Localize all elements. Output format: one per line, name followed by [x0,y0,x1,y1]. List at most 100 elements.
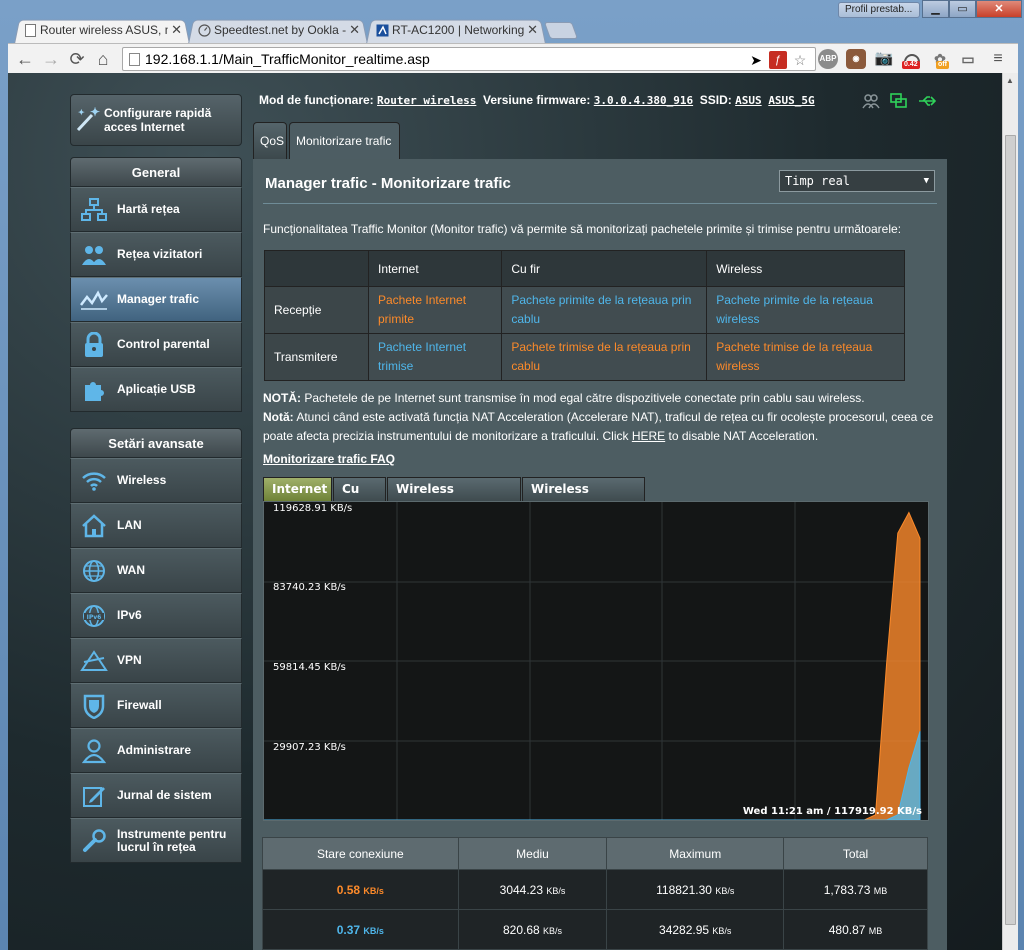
select-value: Timp real [785,174,851,188]
stats-header: Total [783,837,928,870]
guest-network-icon [71,243,117,267]
y-tick-label: 29907.23 KB/s [273,742,346,753]
unit: KB/s [712,925,732,936]
adblock-icon[interactable]: ABP [818,49,838,69]
sidebar-item-wan[interactable]: WAN [70,548,242,593]
sidebar-item-label: Jurnal de sistem [117,788,212,802]
close-icon[interactable]: ✕ [349,18,360,42]
unit: KB/s [715,885,735,896]
new-tab-button[interactable] [543,22,579,39]
bookmark-star-icon[interactable]: ☆ [791,51,809,69]
tab-router[interactable]: Router wireless ASUS, mo ✕ [14,18,190,44]
scrollbar-thumb[interactable] [1005,135,1016,925]
profile-button[interactable]: Profil prestab... [838,2,920,18]
camera-icon[interactable]: 📷 [874,49,894,69]
reload-icon[interactable]: ⟳ [66,48,88,70]
router-page: ✦ ✦ Configurare rapidă acces Internet Gen… [8,73,1018,950]
ssid-link-5g[interactable]: ASUS_5G [768,94,814,107]
scroll-up-arrow-icon[interactable]: ▲ [1006,76,1014,85]
y-tick-label: 59814.45 KB/s [273,662,346,673]
instagram-icon[interactable]: ◉ [846,49,866,69]
stat-maximum: 118821.30 KB/s [606,869,785,910]
y-tick-label: 83740.23 KB/s [273,582,346,593]
clients-icon[interactable] [862,93,880,109]
sidebar-item-label: IPv6 [117,608,142,622]
quick-setup-button[interactable]: ✦ ✦ Configurare rapidă acces Internet [70,94,242,146]
sidebar-item-network-tools[interactable]: Instrumente pentru lucrul în rețea [70,818,242,863]
flash-icon[interactable]: ƒ [769,51,787,69]
ssid-label: SSID: [699,93,732,107]
url-input[interactable] [145,50,745,68]
back-arrow-icon[interactable]: ← [14,48,36,70]
advanced-section: Setări avansate Wireless LAN WAN IPv6 IP… [70,428,242,863]
sidebar-item-parental-control[interactable]: Control parental [70,322,242,367]
address-bar[interactable]: ➤ ƒ ☆ [122,47,816,71]
sidebar-item-label: Administrare [117,743,192,757]
page-scrollbar[interactable]: ▲ [1002,73,1018,950]
unit: MB [873,885,888,896]
sidebar-item-guest-network[interactable]: Rețea vizitatori [70,232,242,277]
lock-icon [71,331,117,358]
sidebar-item-label: Control parental [117,337,210,351]
forward-arrow-icon[interactable]: → [40,48,62,70]
ext-puzzle-icon[interactable]: ✿ off [930,49,950,69]
sidebar-item-system-log[interactable]: Jurnal de sistem [70,773,242,818]
graph-tab-internet[interactable]: Internet [263,477,332,501]
cast-icon[interactable]: ▭ [958,49,978,69]
maximize-button[interactable]: ▭ [949,0,976,18]
legend-header: Internet [367,250,503,287]
disable-nat-link[interactable]: HERE [632,429,665,443]
y-tick-label: 119628.91 KB/s [273,503,353,514]
note-bold: NOTĂ: [263,391,301,405]
sidebar-item-traffic-manager[interactable]: Manager trafic [70,277,242,322]
sidebar-item-wireless[interactable]: Wireless [70,458,242,503]
sidebar-item-vpn[interactable]: VPN [70,638,242,683]
graph-tab-wired[interactable]: Cu fir [333,477,386,518]
intro-text: Funcționalitatea Traffic Monitor (Monito… [263,222,902,236]
note-1: NOTĂ: Pachetele de pe Internet sunt tran… [263,389,943,408]
operation-mode-link[interactable]: Router wireless [377,94,476,107]
lan-status-icon[interactable] [890,93,908,109]
speed-meter-icon[interactable]: 0.42 [902,49,922,69]
pin-icon[interactable]: ➤ [747,51,765,69]
legend-row-transmit: Transmitere Pachete Internet trimise Pac… [264,333,905,381]
tab-traffic-monitor[interactable]: Monitorizare trafic [289,122,400,159]
status-bar: Mod de funcționare: Router wireless Vers… [259,93,949,111]
home-icon [71,513,117,538]
tab-rt-ac1200[interactable]: RT-AC1200 | Networking | ✕ [366,18,546,44]
tab-qos[interactable]: QoS [253,122,287,159]
sidebar-item-usb-application[interactable]: Aplicație USB [70,367,242,412]
sidebar-item-ipv6[interactable]: IPv6 IPv6 [70,593,242,638]
graph-tab-wireless-5[interactable]: Wireless (5GHz) [522,477,645,518]
faq-link[interactable]: Monitorizare trafic FAQ [263,452,395,466]
close-icon[interactable]: ✕ [171,18,182,42]
magic-wand-icon: ✦ ✦ [71,105,104,135]
tab-speedtest[interactable]: Speedtest.net by Ookla - T ✕ [188,18,368,44]
firmware-link[interactable]: 3.0.0.4.380_916 [594,94,693,107]
average-value: 820.68 [502,922,540,937]
time-range-select[interactable]: Timp real ▼ [779,170,935,192]
sidebar-item-label: VPN [117,653,142,667]
stat-current: 0.58 KB/s [262,869,459,910]
close-window-button[interactable]: ✕ [976,0,1022,18]
log-edit-icon [71,784,117,808]
content-panel: Manager trafic - Monitorizare trafic Tim… [253,159,947,950]
menu-icon[interactable]: ≡ [988,49,1008,69]
minimize-button[interactable]: ▁ [922,0,949,18]
wifi-icon [71,470,117,492]
sidebar-item-lan[interactable]: LAN [70,503,242,548]
graph-tab-wireless-24[interactable]: Wireless (2.4GHz) [387,477,521,518]
globe-icon [71,559,117,583]
sidebar-item-administration[interactable]: Administrare [70,728,242,773]
legend-table: Internet Cu fir Wireless Recepție Pachet… [264,250,905,381]
close-icon[interactable]: ✕ [527,18,538,42]
sidebar-item-network-map[interactable]: Hartă rețea [70,187,242,232]
usb-icon[interactable] [918,93,936,109]
average-value: 3044.23 [499,882,544,897]
unit: KB/s [546,885,566,896]
home-icon[interactable]: ⌂ [92,48,114,70]
sidebar-item-firewall[interactable]: Firewall [70,683,242,728]
ssid-link-24[interactable]: ASUS [735,94,762,107]
chevron-down-icon: ▼ [923,176,929,186]
total-value: 1,783.73 [823,882,871,897]
